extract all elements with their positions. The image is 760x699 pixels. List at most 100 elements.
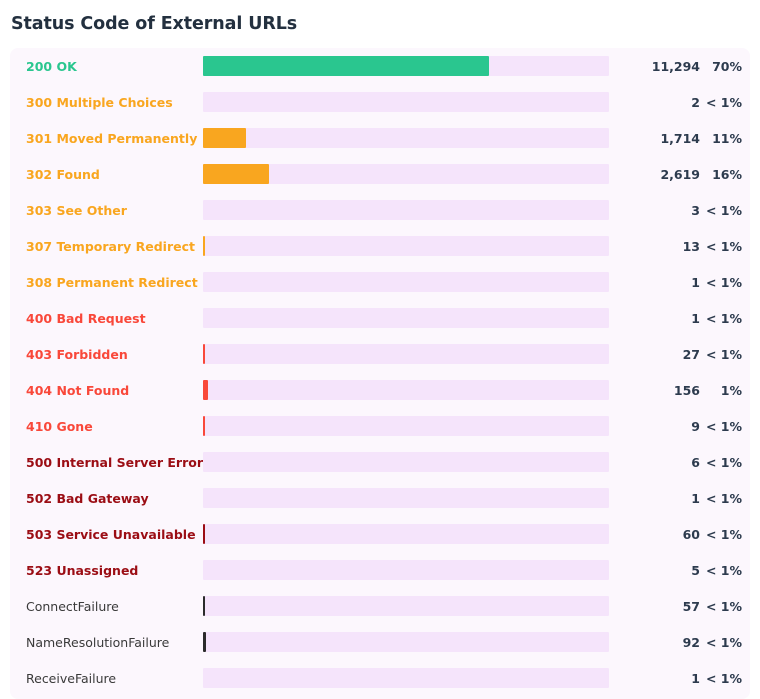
status-code-label: ReceiveFailure [26,670,117,686]
percent-value: < 1% [705,598,742,614]
table-row[interactable]: 403 Forbidden 27 < 1% [10,336,750,372]
bar-fill [203,236,205,256]
count-value: 9 [691,418,700,434]
count-value: 2 [691,94,700,110]
count-value: 1 [691,490,700,506]
bar-track [203,524,609,544]
percent-value: < 1% [705,562,742,578]
status-code-label: 410 Gone [26,418,93,434]
table-row[interactable]: ReceiveFailure 1 < 1% [10,660,750,696]
table-row[interactable]: 308 Permanent Redirect 1 < 1% [10,264,750,300]
percent-value: < 1% [705,490,742,506]
status-code-label: NameResolutionFailure [26,634,170,650]
bar-track [203,632,609,652]
percent-value: < 1% [705,94,742,110]
bar-track [203,308,609,328]
percent-value: 11% [712,130,742,146]
count-value: 1,714 [660,130,700,146]
table-row[interactable]: 303 See Other 3 < 1% [10,192,750,228]
status-code-label: 523 Unassigned [26,562,139,578]
table-row[interactable]: 502 Bad Gateway 1 < 1% [10,480,750,516]
status-code-label: 404 Not Found [26,382,130,398]
percent-value: < 1% [705,238,742,254]
count-value: 13 [682,238,700,254]
count-value: 5 [691,562,700,578]
table-row[interactable]: ConnectFailure 57 < 1% [10,588,750,624]
count-value: 2,619 [660,166,700,182]
status-code-label: 303 See Other [26,202,127,218]
bar-track [203,200,609,220]
bar-fill [203,56,489,76]
status-code-row-list: 200 OK 11,294 70% 300 Multiple Choices 2 < 1%… [10,48,750,696]
bar-track [203,92,609,112]
percent-value: 16% [712,166,742,182]
count-value: 1 [691,274,700,290]
status-code-label: 301 Moved Permanently [26,130,198,146]
percent-value: < 1% [705,274,742,290]
bar-track [203,344,609,364]
bar-track [203,668,609,688]
table-row[interactable]: 302 Found 2,619 16% [10,156,750,192]
status-code-label: 308 Permanent Redirect [26,274,198,290]
bar-track [203,236,609,256]
table-row[interactable]: 503 Service Unavailable 60 < 1% [10,516,750,552]
table-row[interactable]: 500 Internal Server Error 6 < 1% [10,444,750,480]
bar-track [203,488,609,508]
bar-fill [203,416,205,436]
status-code-label: ConnectFailure [26,598,119,614]
percent-value: 1% [720,382,742,398]
status-code-label: 400 Bad Request [26,310,146,326]
status-code-label: 500 Internal Server Error [26,454,203,470]
bar-track [203,128,609,148]
count-value: 60 [682,526,700,542]
status-code-label: 403 Forbidden [26,346,128,362]
bar-fill [203,632,207,652]
bar-fill [203,524,206,544]
table-row[interactable]: 200 OK 11,294 70% [10,48,750,84]
page-title: Status Code of External URLs [11,14,298,34]
percent-value: < 1% [705,634,742,650]
table-row[interactable]: 307 Temporary Redirect 13 < 1% [10,228,750,264]
bar-track [203,596,609,616]
percent-value: < 1% [705,526,742,542]
bar-track [203,272,609,292]
table-row[interactable]: NameResolutionFailure 92 < 1% [10,624,750,660]
percent-value: < 1% [705,454,742,470]
count-value: 3 [691,202,700,218]
count-value: 27 [682,346,700,362]
bar-track [203,56,609,76]
percent-value: < 1% [705,418,742,434]
table-row[interactable]: 410 Gone 9 < 1% [10,408,750,444]
status-code-label: 300 Multiple Choices [26,94,173,110]
status-code-chart-card: 200 OK 11,294 70% 300 Multiple Choices 2 < 1%… [10,48,750,699]
status-code-label: 502 Bad Gateway [26,490,149,506]
bar-track [203,452,609,472]
status-code-label: 302 Found [26,166,100,182]
bar-track [203,164,609,184]
table-row[interactable]: 301 Moved Permanently 1,714 11% [10,120,750,156]
table-row[interactable]: 400 Bad Request 1 < 1% [10,300,750,336]
status-code-label: 503 Service Unavailable [26,526,196,542]
count-value: 1 [691,670,700,686]
status-code-label: 307 Temporary Redirect [26,238,195,254]
bar-fill [203,344,205,364]
count-value: 11,294 [651,58,700,74]
percent-value: < 1% [705,202,742,218]
count-value: 156 [673,382,700,398]
bar-track [203,560,609,580]
table-row[interactable]: 523 Unassigned 5 < 1% [10,552,750,588]
bar-fill [203,596,206,616]
bar-track [203,380,609,400]
bar-fill [203,128,247,148]
percent-value: < 1% [705,346,742,362]
percent-value: < 1% [705,310,742,326]
percent-value: < 1% [705,670,742,686]
table-row[interactable]: 300 Multiple Choices 2 < 1% [10,84,750,120]
count-value: 92 [682,634,700,650]
count-value: 57 [682,598,700,614]
percent-value: 70% [712,58,742,74]
table-row[interactable]: 404 Not Found 156 1% [10,372,750,408]
bar-fill [203,380,208,400]
count-value: 1 [691,310,700,326]
count-value: 6 [691,454,700,470]
